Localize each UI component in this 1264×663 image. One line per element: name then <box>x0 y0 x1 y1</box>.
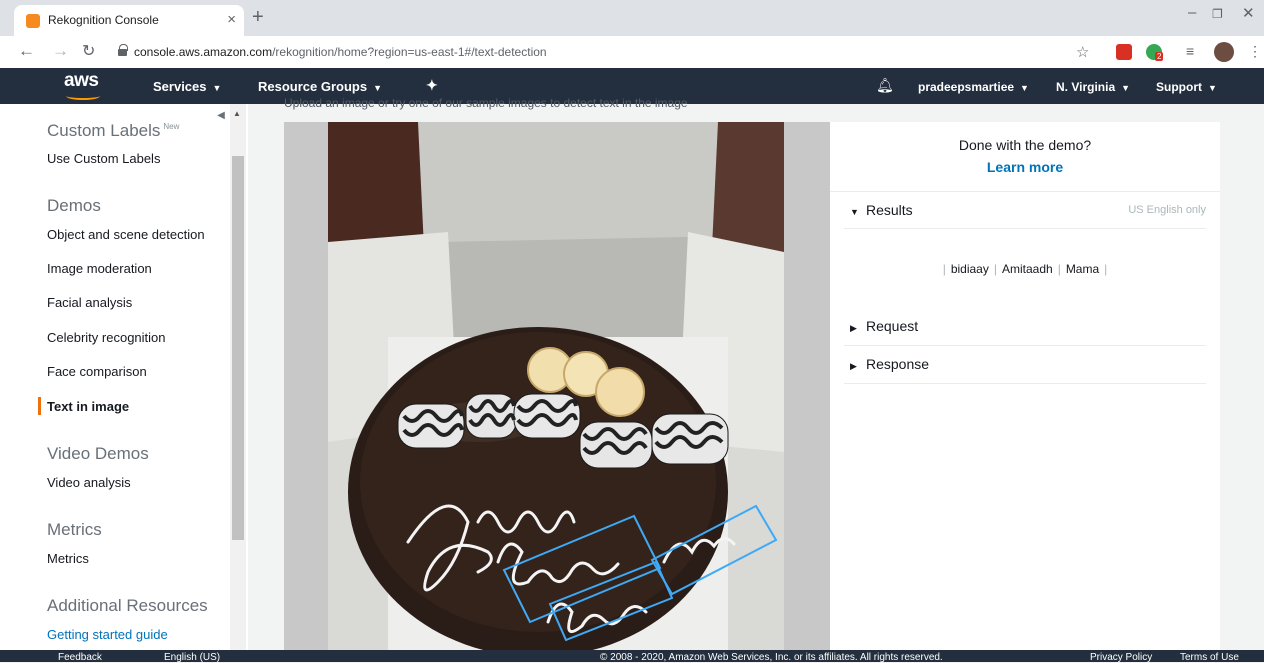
services-menu[interactable]: Services ▼ <box>153 79 221 94</box>
custom-labels-heading: Custom Labels New <box>47 121 180 140</box>
divider <box>844 345 1206 346</box>
sidebar-scrollbar-thumb[interactable] <box>232 156 244 540</box>
browser-tab-strip: Rekognition Console × + – ❐ ✕ <box>0 0 1264 36</box>
divider <box>844 383 1206 384</box>
services-label: Services <box>153 79 207 94</box>
divider <box>830 191 1220 192</box>
sidebar-item-image-moderation[interactable]: Image moderation <box>47 261 152 276</box>
instruction-text: Upload an image or try one of our sample… <box>284 96 688 110</box>
restore-button[interactable]: ❐ <box>1212 7 1223 21</box>
demos-heading: Demos <box>47 196 101 215</box>
feedback-link[interactable]: Feedback <box>58 652 102 663</box>
chevron-down-icon: ▼ <box>1208 82 1217 93</box>
terms-of-use-link[interactable]: Terms of Use <box>1180 652 1239 663</box>
new-badge: New <box>163 122 180 132</box>
sidebar-item-use-custom-labels[interactable]: Use Custom Labels <box>47 151 160 166</box>
locale-note: US English only <box>1128 204 1206 216</box>
bookmark-star-icon[interactable]: ☆ <box>1076 43 1089 61</box>
lock-icon <box>118 44 128 56</box>
response-section-toggle[interactable]: ▶ Response <box>850 356 929 372</box>
active-indicator <box>38 397 41 415</box>
image-preview-panel <box>284 122 830 650</box>
copyright-text: © 2008 - 2020, Amazon Web Services, Inc.… <box>600 652 943 663</box>
detected-word: bidiaay <box>950 262 989 276</box>
cake-photo <box>328 122 784 650</box>
forward-arrow-icon[interactable]: → <box>52 41 69 61</box>
language-selector[interactable]: English (US) <box>164 652 220 663</box>
new-tab-button[interactable]: + <box>252 6 264 29</box>
divider <box>844 228 1206 229</box>
caret-down-icon: ▼ <box>850 207 859 217</box>
aws-smile-icon <box>66 92 100 100</box>
sidebar-item-text-in-image[interactable]: Text in image <box>47 399 129 414</box>
caret-right-icon: ▶ <box>850 361 857 371</box>
sidebar-item-metrics[interactable]: Metrics <box>47 551 89 566</box>
detected-words-list: | bidiaay | Amitaadh | Mama | <box>942 262 1108 276</box>
aws-favicon-icon <box>26 14 40 28</box>
support-label: Support <box>1156 80 1202 94</box>
aws-logo-text: aws <box>64 70 99 91</box>
response-label: Response <box>866 356 930 372</box>
region-label: N. Virginia <box>1056 80 1116 94</box>
tab-close-icon[interactable]: × <box>227 11 236 28</box>
additional-resources-heading: Additional Resources <box>47 596 208 615</box>
address-bar-row: ← → ↻ console.aws.amazon.com/rekognition… <box>0 36 1264 68</box>
detected-word: Amitaadh <box>1001 262 1053 276</box>
privacy-policy-link[interactable]: Privacy Policy <box>1090 652 1152 663</box>
browser-tab[interactable]: Rekognition Console × <box>14 5 244 36</box>
chevron-down-icon: ▼ <box>212 82 222 93</box>
browser-menu-icon[interactable]: ⋮ <box>1248 43 1262 60</box>
region-menu[interactable]: N. Virginia ▼ <box>1056 80 1130 94</box>
pin-icon[interactable]: ✦ <box>426 77 438 94</box>
user-menu[interactable]: pradeepsmartiee ▼ <box>918 80 1029 94</box>
sidebar: ▲ ◀ Custom Labels New Use Custom Labels D… <box>0 104 248 650</box>
extension-icon[interactable] <box>1116 44 1132 60</box>
window-close-button[interactable]: ✕ <box>1242 4 1255 22</box>
support-menu[interactable]: Support ▼ <box>1156 80 1217 94</box>
metrics-heading: Metrics <box>47 520 102 539</box>
reload-icon[interactable]: ↻ <box>82 41 95 61</box>
caret-right-icon: ▶ <box>850 323 857 333</box>
minimize-button[interactable]: – <box>1188 4 1196 21</box>
aws-logo[interactable]: aws <box>64 70 100 100</box>
back-arrow-icon[interactable]: ← <box>18 41 35 61</box>
detected-word: Mama <box>1065 262 1100 276</box>
getting-started-link[interactable]: Getting started guide <box>47 627 168 642</box>
collapse-sidebar-icon[interactable]: ◀ <box>212 107 230 125</box>
chevron-down-icon: ▼ <box>1121 82 1131 93</box>
sidebar-item-face-comparison[interactable]: Face comparison <box>47 364 147 379</box>
sidebar-item-celebrity-recognition[interactable]: Celebrity recognition <box>47 330 166 345</box>
url-field[interactable]: console.aws.amazon.com/rekognition/home?… <box>108 39 1068 65</box>
request-label: Request <box>866 318 919 334</box>
media-queue-icon[interactable]: ≡ <box>1186 43 1194 59</box>
request-section-toggle[interactable]: ▶ Request <box>850 318 918 334</box>
chevron-down-icon: ▼ <box>1020 82 1029 93</box>
sidebar-item-video-analysis[interactable]: Video analysis <box>47 475 131 490</box>
video-demos-heading: Video Demos <box>47 444 149 463</box>
results-panel: Done with the demo? Learn more ▼ Results … <box>830 122 1220 650</box>
console-footer: Feedback English (US) © 2008 - 2020, Ama… <box>0 650 1264 663</box>
bell-icon[interactable]: 🔔︎ <box>876 77 894 94</box>
resource-groups-label: Resource Groups <box>258 79 368 94</box>
url-text: console.aws.amazon.com/rekognition/home?… <box>134 45 547 59</box>
profile-avatar[interactable] <box>1214 42 1234 62</box>
learn-more-link[interactable]: Learn more <box>830 159 1220 175</box>
resource-groups-menu[interactable]: Resource Groups ▼ <box>258 79 382 94</box>
sidebar-item-object-scene-detection[interactable]: Object and scene detection <box>47 227 205 242</box>
user-label: pradeepsmartiee <box>918 80 1015 94</box>
results-label: Results <box>866 202 913 218</box>
extension-badge-count: 2 <box>1155 52 1164 61</box>
scroll-up-arrow-icon[interactable]: ▲ <box>233 109 241 118</box>
tab-title: Rekognition Console <box>48 13 159 27</box>
done-demo-text: Done with the demo? <box>958 137 1092 153</box>
results-section-toggle[interactable]: ▼ Results <box>850 202 913 218</box>
sidebar-item-facial-analysis[interactable]: Facial analysis <box>47 295 132 310</box>
chevron-down-icon: ▼ <box>373 82 383 93</box>
